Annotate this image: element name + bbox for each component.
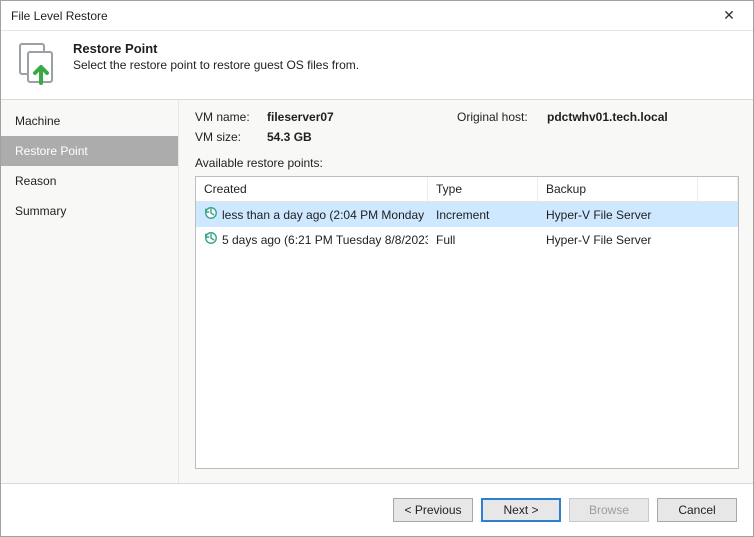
vm-size-label: VM size: (195, 130, 267, 144)
cell-backup: Hyper-V File Server (538, 231, 698, 249)
header-subtitle: Select the restore point to restore gues… (73, 58, 359, 72)
cell-created: less than a day ago (2:04 PM Monday ... (222, 208, 428, 222)
vm-info: VM name: fileserver07 Original host: pdc… (195, 110, 739, 144)
sidebar-item-machine[interactable]: Machine (1, 106, 178, 136)
orig-host-label: Original host: (457, 110, 547, 124)
cell-type: Increment (428, 206, 538, 224)
wizard-header: Restore Point Select the restore point t… (1, 31, 753, 100)
sidebar-item-label: Machine (15, 114, 60, 128)
restore-point-row-icon (204, 206, 218, 223)
vm-name-label: VM name: (195, 110, 267, 124)
cancel-button[interactable]: Cancel (657, 498, 737, 522)
header-title: Restore Point (73, 41, 359, 56)
next-button[interactable]: Next > (481, 498, 561, 522)
table-row[interactable]: less than a day ago (2:04 PM Monday ...I… (196, 202, 738, 227)
col-type[interactable]: Type (428, 177, 538, 201)
restore-point-icon (17, 41, 61, 85)
browse-button[interactable]: Browse (569, 498, 649, 522)
sidebar-item-label: Summary (15, 204, 66, 218)
wizard-footer: < Previous Next > Browse Cancel (1, 484, 753, 536)
main-panel: VM name: fileserver07 Original host: pdc… (179, 100, 753, 483)
titlebar: File Level Restore ✕ (1, 1, 753, 31)
close-icon[interactable]: ✕ (713, 7, 745, 24)
restore-point-row-icon (204, 231, 218, 248)
cell-backup: Hyper-V File Server (538, 206, 698, 224)
window-title: File Level Restore (11, 9, 713, 23)
vm-name-value: fileserver07 (267, 110, 457, 124)
sidebar-item-reason[interactable]: Reason (1, 166, 178, 196)
previous-button[interactable]: < Previous (393, 498, 473, 522)
wizard-body: Machine Restore Point Reason Summary VM nam… (1, 100, 753, 484)
wizard-window: File Level Restore ✕ Restore Point Selec… (0, 0, 754, 537)
sidebar-item-label: Restore Point (15, 144, 88, 158)
orig-host-value: pdctwhv01.tech.local (547, 110, 739, 124)
wizard-sidebar: Machine Restore Point Reason Summary (1, 100, 179, 483)
sidebar-item-restore-point[interactable]: Restore Point (1, 136, 178, 166)
sidebar-item-label: Reason (15, 174, 56, 188)
available-label: Available restore points: (195, 156, 739, 170)
cell-created: 5 days ago (6:21 PM Tuesday 8/8/2023) (222, 233, 428, 247)
restore-points-table: Created Type Backup less than a day ago … (195, 176, 739, 469)
table-row[interactable]: 5 days ago (6:21 PM Tuesday 8/8/2023)Ful… (196, 227, 738, 252)
col-created[interactable]: Created (196, 177, 428, 201)
col-backup[interactable]: Backup (538, 177, 698, 201)
sidebar-item-summary[interactable]: Summary (1, 196, 178, 226)
cell-type: Full (428, 231, 538, 249)
table-header: Created Type Backup (196, 177, 738, 202)
vm-size-value: 54.3 GB (267, 130, 457, 144)
table-body: less than a day ago (2:04 PM Monday ...I… (196, 202, 738, 468)
